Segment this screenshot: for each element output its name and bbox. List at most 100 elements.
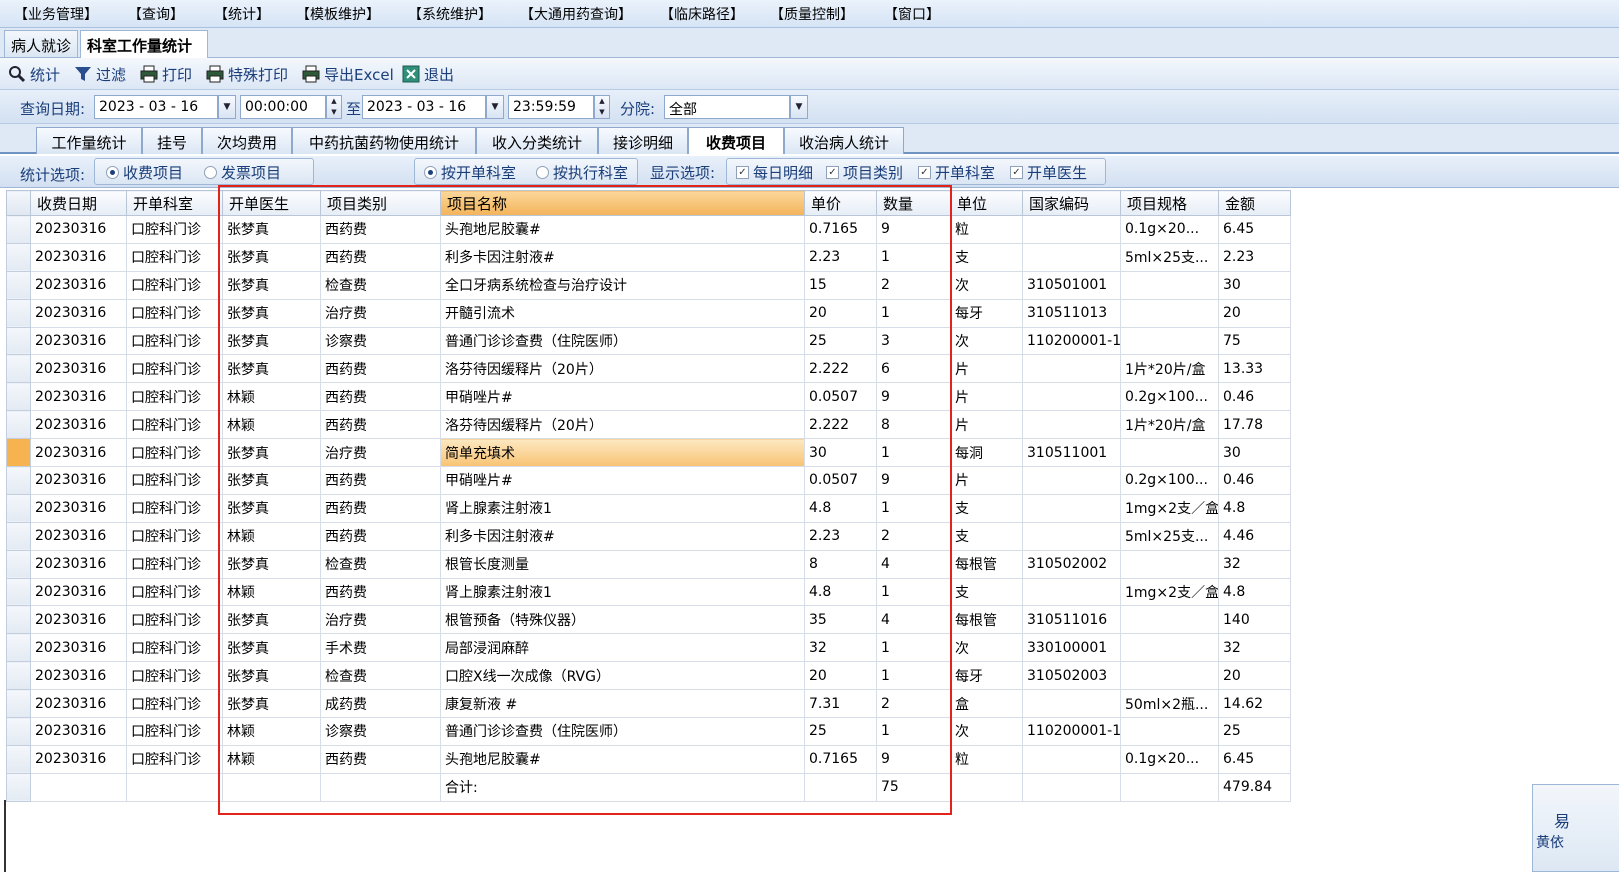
table-cell[interactable]: 口腔科门诊 [126, 717, 223, 746]
table-cell[interactable]: 合计: [440, 772, 805, 802]
table-cell[interactable] [1120, 549, 1219, 579]
row-header[interactable] [6, 549, 31, 579]
table-cell[interactable] [1022, 772, 1121, 802]
table-cell[interactable]: 口腔科门诊 [126, 493, 223, 523]
row-header[interactable] [6, 521, 31, 551]
table-cell[interactable] [950, 772, 1023, 802]
table-cell[interactable]: 310511013 [1022, 298, 1121, 328]
row-header[interactable] [6, 242, 31, 272]
table-cell[interactable]: 20 [1218, 661, 1291, 691]
side-popup[interactable] [1532, 784, 1619, 872]
table-cell[interactable]: 20230316 [30, 354, 127, 384]
table-cell[interactable]: 康复新液 # [440, 689, 805, 719]
table-cell[interactable]: 110200001-1 [1022, 717, 1121, 746]
table-cell[interactable]: 林颖 [222, 382, 321, 412]
menu-statistics[interactable]: 【统计】 [214, 4, 270, 24]
table-cell[interactable]: 口腔科门诊 [126, 744, 223, 774]
table-cell[interactable]: 310511016 [1022, 605, 1121, 635]
column-header[interactable]: 开单科室 [126, 190, 223, 216]
table-cell[interactable]: 8 [804, 549, 877, 579]
table-cell[interactable]: 14.62 [1218, 689, 1291, 719]
table-cell[interactable]: 每根管 [950, 549, 1023, 579]
row-header[interactable] [6, 633, 31, 663]
table-cell[interactable]: 支 [950, 242, 1023, 272]
table-cell[interactable]: 4.8 [804, 493, 877, 523]
table-cell[interactable]: 张梦真 [222, 661, 321, 691]
table-cell[interactable]: 利多卡因注射液# [440, 521, 805, 551]
table-cell[interactable]: 20230316 [30, 298, 127, 328]
row-header[interactable] [6, 689, 31, 719]
row-header[interactable] [6, 605, 31, 635]
table-cell[interactable]: 25 [804, 717, 877, 746]
table-row[interactable]: 20230316 口腔科门诊 张梦真 西药费 头孢地尼胶囊# 0.7165 9 粒 0.1g×2… [6, 215, 1291, 244]
table-row[interactable]: 20230316 口腔科门诊 张梦真 西药费 甲硝唑片# 0.0507 9 片 0.2g×100… [6, 466, 1291, 495]
table-cell[interactable] [1022, 215, 1121, 244]
table-cell[interactable]: 林颖 [222, 744, 321, 774]
row-header[interactable] [6, 410, 31, 440]
table-cell[interactable]: 2.222 [804, 410, 877, 440]
table-cell[interactable] [1120, 717, 1219, 746]
column-header[interactable]: 项目规格 [1120, 190, 1219, 216]
menu-drug-query[interactable]: 【大通用药查询】 [520, 4, 632, 24]
table-row[interactable]: 20230316 口腔科门诊 林颖 西药费 利多卡因注射液# 2.23 2 支 5ml×25支.… [6, 521, 1291, 551]
table-cell[interactable]: 甲硝唑片# [440, 466, 805, 495]
table-cell[interactable]: 4.8 [804, 577, 877, 607]
print-button[interactable]: 打印 [140, 63, 192, 85]
table-cell[interactable] [1022, 689, 1121, 719]
table-cell[interactable]: 310502002 [1022, 549, 1121, 579]
row-header[interactable] [6, 354, 31, 384]
table-cell[interactable]: 20230316 [30, 689, 127, 719]
table-cell[interactable]: 次 [950, 717, 1023, 746]
menu-quality[interactable]: 【质量控制】 [770, 4, 854, 24]
table-cell[interactable]: 口腔科门诊 [126, 633, 223, 663]
start-date-field[interactable]: 2023 - 03 - 16 [94, 95, 218, 119]
table-cell[interactable]: 2.23 [804, 521, 877, 551]
table-row[interactable]: 20230316 口腔科门诊 林颖 西药费 洛芬待因缓释片（20片） 2.222 8 片 1片*… [6, 410, 1291, 440]
tab-charge-items[interactable]: 收费项目 [688, 127, 784, 154]
table-cell[interactable]: 20230316 [30, 661, 127, 691]
table-row[interactable]: 20230316 口腔科门诊 张梦真 治疗费 开髓引流术 20 1 每牙 310511013 20 [6, 298, 1291, 328]
table-cell[interactable]: 简单充填术 [440, 438, 805, 468]
table-cell[interactable]: 20230316 [30, 438, 127, 468]
table-cell[interactable]: 普通门诊诊查费（住院医师） [440, 717, 805, 746]
row-header[interactable] [6, 577, 31, 607]
table-row[interactable]: 20230316 口腔科门诊 张梦真 诊察费 普通门诊诊查费（住院医师） 25 3 次 1102… [6, 326, 1291, 356]
table-cell[interactable]: 西药费 [320, 521, 441, 551]
table-cell[interactable]: 口腔科门诊 [126, 689, 223, 719]
table-cell[interactable]: 西药费 [320, 382, 441, 412]
table-cell[interactable]: 20230316 [30, 717, 127, 746]
table-cell[interactable]: 张梦真 [222, 689, 321, 719]
column-header[interactable]: 开单医生 [222, 190, 321, 216]
table-cell[interactable]: 甲硝唑片# [440, 382, 805, 412]
table-row[interactable]: 20230316 口腔科门诊 张梦真 西药费 洛芬待因缓释片（20片） 2.222 6 片 1片… [6, 354, 1291, 384]
tab-registration[interactable]: 挂号 [142, 127, 202, 154]
table-cell[interactable] [1022, 577, 1121, 607]
exit-button[interactable]: 退出 [402, 63, 454, 85]
table-cell[interactable]: 5ml×25支... [1120, 521, 1219, 551]
table-cell[interactable]: 0.2g×100... [1120, 466, 1219, 495]
branch-dropdown[interactable]: ▼ [790, 95, 808, 119]
table-cell[interactable]: 粒 [950, 744, 1023, 774]
table-cell[interactable] [1120, 661, 1219, 691]
table-cell[interactable] [222, 772, 321, 802]
table-cell[interactable]: 75 [876, 772, 951, 802]
table-cell[interactable]: 30 [804, 438, 877, 468]
check-daily-detail[interactable]: ✓ 每日明细 [736, 162, 813, 183]
table-cell[interactable]: 6.45 [1218, 215, 1291, 244]
table-cell[interactable]: 1片*20片/盒 [1120, 410, 1219, 440]
table-cell[interactable] [1120, 633, 1219, 663]
table-cell[interactable]: 20230316 [30, 605, 127, 635]
table-cell[interactable]: 20230316 [30, 270, 127, 300]
table-cell[interactable]: 4.8 [1218, 493, 1291, 523]
table-cell[interactable]: 西药费 [320, 215, 441, 244]
table-cell[interactable]: 1mg×2支／盒 [1120, 493, 1219, 523]
table-cell[interactable]: 9 [876, 744, 951, 774]
table-cell[interactable]: 张梦真 [222, 633, 321, 663]
radio-by-order-dept[interactable]: 按开单科室 [424, 162, 516, 183]
table-row[interactable]: 20230316 口腔科门诊 张梦真 检查费 根管长度测量 8 4 每根管 310502002 3… [6, 549, 1291, 579]
column-header[interactable]: 国家编码 [1022, 190, 1121, 216]
table-cell[interactable]: 5ml×25支... [1120, 242, 1219, 272]
table-row[interactable]: 20230316 口腔科门诊 张梦真 手术费 局部浸润麻醉 32 1 次 330100001 32 [6, 633, 1291, 663]
table-cell[interactable] [804, 772, 877, 802]
table-cell[interactable]: 洛芬待因缓释片（20片） [440, 410, 805, 440]
